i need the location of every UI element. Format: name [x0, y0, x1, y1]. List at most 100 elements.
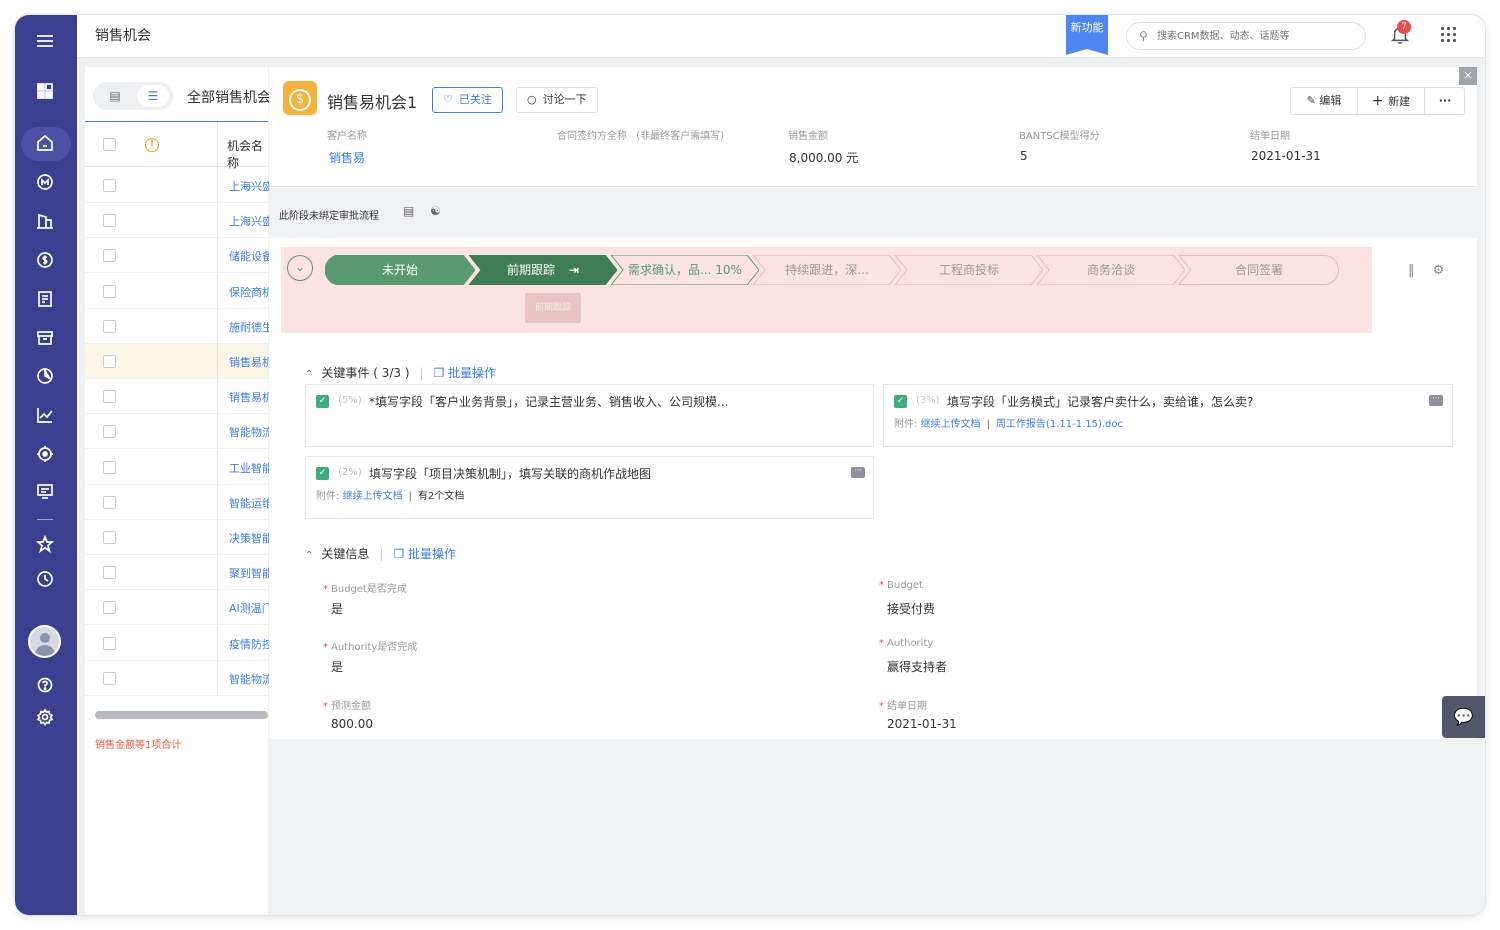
- table-row[interactable]: 上海兴盛: [85, 203, 273, 239]
- opportunity-name-link[interactable]: 销售易机: [229, 389, 273, 405]
- org-chart-icon[interactable]: ☯: [430, 204, 441, 218]
- opportunity-name-link[interactable]: 销售易机: [229, 354, 273, 370]
- advance-stage-icon[interactable]: ⇥: [569, 263, 579, 277]
- row-checkbox[interactable]: [103, 355, 116, 368]
- document-icon[interactable]: ▤: [403, 204, 414, 218]
- event-checkbox[interactable]: ✓: [316, 395, 329, 408]
- opportunity-name-link[interactable]: AI测温门: [229, 600, 273, 616]
- opportunity-name-link[interactable]: 上海兴盛: [229, 213, 273, 229]
- row-checkbox[interactable]: [103, 601, 116, 615]
- avatar[interactable]: [28, 625, 61, 658]
- settings-icon[interactable]: [35, 708, 55, 728]
- row-checkbox[interactable]: [103, 284, 116, 298]
- opportunity-name-link[interactable]: 施耐德生: [229, 319, 273, 335]
- opportunity-icon[interactable]: [35, 251, 55, 271]
- apps-grid-icon[interactable]: [1441, 27, 1457, 43]
- stage-step[interactable]: 商务洽谈: [1037, 255, 1185, 285]
- pie-chart-icon[interactable]: [35, 367, 55, 387]
- key-info-value[interactable]: 是: [331, 600, 343, 617]
- opportunity-name-link[interactable]: 聚到智能: [229, 565, 273, 581]
- table-row[interactable]: 上海兴盛: [85, 168, 273, 203]
- dashboard-icon[interactable]: [35, 82, 55, 102]
- new-feature-badge[interactable]: 新功能: [1066, 15, 1108, 55]
- clock-icon[interactable]: [35, 570, 55, 590]
- event-text[interactable]: 填写字段「业务模式」记录客户卖什么，卖给谁，怎么卖?: [947, 393, 1253, 410]
- menu-icon[interactable]: [35, 32, 55, 52]
- event-checkbox[interactable]: ✓: [894, 395, 907, 408]
- stage-step[interactable]: 前期跟踪 ⇥: [469, 255, 617, 285]
- screen-icon[interactable]: [35, 482, 55, 502]
- row-checkbox[interactable]: [103, 179, 116, 192]
- row-checkbox[interactable]: [103, 460, 116, 474]
- comment-icon[interactable]: ···: [851, 467, 865, 478]
- opportunity-name-link[interactable]: 智能物流: [229, 424, 273, 440]
- row-checkbox[interactable]: [103, 566, 116, 580]
- opportunity-name-link[interactable]: 智能运维: [229, 495, 273, 511]
- opportunity-name-link[interactable]: 上海兴盛: [229, 178, 273, 194]
- close-icon[interactable]: ×: [1459, 67, 1477, 85]
- attachment-file-link[interactable]: 周工作报告(1.11-1.15).doc: [996, 419, 1123, 430]
- horizontal-scrollbar[interactable]: [95, 711, 268, 719]
- key-events-batch-button[interactable]: ❐ 批量操作: [434, 366, 497, 380]
- table-row[interactable]: 智能运维: [85, 484, 273, 520]
- row-checkbox[interactable]: [103, 390, 116, 404]
- stage-step[interactable]: 持续跟进，深...: [753, 255, 901, 285]
- table-row[interactable]: AI测温门: [85, 590, 273, 626]
- row-checkbox[interactable]: [103, 636, 116, 650]
- stage-step[interactable]: 合同签署: [1179, 255, 1339, 285]
- line-chart-icon[interactable]: [35, 406, 55, 426]
- comment-icon[interactable]: ···: [1429, 395, 1443, 406]
- column-settings-icon[interactable]: ‖: [1408, 263, 1415, 278]
- row-checkbox[interactable]: [103, 425, 116, 439]
- contract-icon[interactable]: [35, 290, 55, 310]
- list-view-icon[interactable]: ☰: [137, 85, 169, 107]
- table-row[interactable]: 决策智能: [85, 520, 273, 555]
- row-checkbox[interactable]: [103, 531, 116, 544]
- table-row[interactable]: 销售易机: [85, 344, 273, 379]
- table-row[interactable]: 聚到智能: [85, 555, 273, 591]
- table-row[interactable]: 施耐德生: [85, 308, 273, 344]
- key-info-value[interactable]: 2021-01-31: [887, 717, 957, 731]
- global-search[interactable]: ⚲: [1126, 22, 1366, 50]
- chat-support-icon[interactable]: 💬: [1442, 696, 1485, 738]
- upload-link[interactable]: 继续上传文档: [343, 491, 403, 502]
- home-icon[interactable]: [35, 134, 55, 154]
- discuss-button[interactable]: ○ 讨论一下: [516, 87, 598, 113]
- event-checkbox[interactable]: ✓: [316, 467, 329, 480]
- row-checkbox[interactable]: [103, 671, 116, 685]
- table-row[interactable]: 工业智能: [85, 449, 273, 485]
- stage-step[interactable]: 未开始: [325, 255, 475, 285]
- search-input[interactable]: [1157, 27, 1357, 45]
- chevron-up-icon[interactable]: ⌃: [305, 369, 313, 380]
- event-text[interactable]: 填写字段「项目决策机制」，填写关联的商机作战地图: [369, 465, 651, 482]
- table-row[interactable]: 疫情防控: [85, 625, 273, 661]
- table-row[interactable]: 智能物流: [85, 660, 273, 696]
- archive-icon[interactable]: [35, 329, 55, 349]
- collapse-chevron-icon[interactable]: ⌄: [287, 255, 313, 281]
- row-checkbox[interactable]: [103, 495, 116, 509]
- upload-link[interactable]: 继续上传文档: [921, 419, 981, 430]
- table-row[interactable]: 保险商机: [85, 273, 273, 309]
- key-info-batch-button[interactable]: ❐ 批量操作: [393, 547, 456, 561]
- key-info-value[interactable]: 800.00: [331, 717, 373, 731]
- table-row[interactable]: 储能设备: [85, 238, 273, 274]
- event-text[interactable]: *填写字段「客户业务背景」，记录主营业务、销售收入、公司规模...: [369, 393, 728, 410]
- opportunity-name-link[interactable]: 智能物流: [229, 671, 273, 687]
- select-all-checkbox[interactable]: [103, 138, 116, 151]
- row-checkbox[interactable]: [103, 319, 116, 333]
- customer-icon[interactable]: [35, 173, 55, 193]
- document-count[interactable]: 有2个文档: [418, 491, 464, 502]
- list-view-title[interactable]: 全部销售机会: [187, 87, 271, 107]
- row-checkbox[interactable]: [103, 214, 116, 228]
- help-icon[interactable]: [35, 676, 55, 696]
- table-row[interactable]: 销售易机: [85, 379, 273, 415]
- star-icon[interactable]: [35, 534, 55, 555]
- new-button[interactable]: + 新建: [1358, 88, 1424, 114]
- more-button[interactable]: ···: [1425, 88, 1465, 114]
- opportunity-name-link[interactable]: 工业智能: [229, 460, 273, 476]
- opportunity-name-link[interactable]: 储能设备: [229, 248, 273, 264]
- stage-step[interactable]: 需求确认，品... 10%: [611, 255, 759, 285]
- opportunity-name-link[interactable]: 保险商机: [229, 284, 273, 300]
- column-header-name[interactable]: 机会名称: [227, 137, 268, 171]
- opportunity-name-link[interactable]: 疫情防控: [229, 636, 273, 652]
